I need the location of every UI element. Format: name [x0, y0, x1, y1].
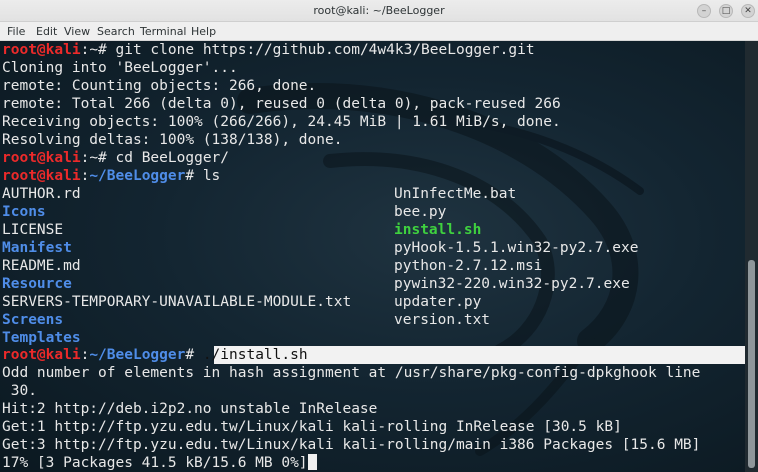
prompt-sep: :	[80, 347, 90, 363]
window-title: root@kali: ~/BeeLogger	[313, 4, 445, 17]
ls-entry-exec: install.sh	[394, 222, 482, 238]
prompt-sep: :	[80, 150, 90, 166]
output-line: 30.	[2, 383, 37, 399]
output-line: Get:1 http://ftp.yzu.edu.tw/Linux/kali k…	[2, 419, 622, 435]
ls-entry-dir: Templates	[2, 330, 81, 346]
ls-entry-dir: Manifest	[2, 240, 72, 256]
output-line: Get:3 http://ftp.yzu.edu.tw/Linux/kali k…	[2, 437, 701, 453]
title-bar[interactable]: root@kali: ~/BeeLogger – □ ✕	[0, 0, 758, 22]
progress-line: 17% [3 Packages 41.5 kB/15.6 MB 0%]	[2, 454, 317, 472]
prompt-hash: #	[98, 150, 116, 166]
ls-entry-file: pyHook-1.5.1.win32-py2.7.exe	[394, 240, 639, 256]
ls-entry-file: AUTHOR.rd	[2, 186, 81, 202]
prompt-line: root@kali:~/BeeLogger# ./install.sh	[2, 346, 308, 364]
ls-entry-file: SERVERS-TEMPORARY-UNAVAILABLE-MODULE.txt	[2, 294, 352, 310]
prompt-sep: :	[80, 42, 90, 58]
terminal-output[interactable]: root@kali:~# git clone https://github.co…	[0, 41, 745, 472]
output-line: remote: Counting objects: 266, done.	[2, 78, 317, 94]
output-line: Resolving deltas: 100% (138/138), done.	[2, 132, 343, 148]
prompt-hash: #	[185, 168, 203, 184]
minimize-button[interactable]: –	[697, 4, 711, 18]
output-line: Cloning into 'BeeLogger'...	[2, 60, 238, 76]
output-line: Odd number of elements in hash assignmen…	[2, 365, 701, 381]
menu-bar: File Edit View Search Terminal Help	[0, 22, 758, 41]
progress-text: 17% [3 Packages 41.5 kB/15.6 MB 0%]	[2, 455, 308, 471]
menu-file[interactable]: File	[7, 25, 25, 38]
command-text: git clone https://github.com/4w4k3/BeeLo…	[115, 42, 535, 58]
prompt-hash: #	[98, 42, 116, 58]
maximize-button[interactable]: □	[719, 4, 733, 18]
menu-help[interactable]: Help	[191, 25, 216, 38]
menu-edit[interactable]: Edit	[36, 25, 57, 38]
ls-entry-file: LICENSE	[2, 222, 64, 238]
ls-entry-file: README.md	[2, 258, 81, 274]
prompt-user: root@kali	[2, 347, 81, 363]
ls-entry-dir: Screens	[2, 312, 64, 328]
terminal-cursor	[307, 454, 317, 470]
output-line: Hit:2 http://deb.i2p2.no unstable InRele…	[2, 401, 378, 417]
terminal-scrollbar[interactable]	[745, 41, 758, 472]
prompt-path: ~/BeeLogger	[89, 347, 186, 363]
menu-terminal[interactable]: Terminal	[140, 25, 187, 38]
prompt-path: ~	[89, 150, 99, 166]
ls-entry-file: UnInfectMe.bat	[394, 186, 517, 202]
ls-entry-file: bee.py	[394, 204, 447, 220]
ls-entry-file: version.txt	[394, 312, 491, 328]
prompt-user: root@kali	[2, 42, 81, 58]
command-text: cd BeeLogger/	[115, 150, 230, 166]
prompt-path: ~	[89, 42, 99, 58]
prompt-line: root@kali:~/BeeLogger# ls	[2, 167, 220, 185]
command-text: ls	[202, 168, 221, 184]
prompt-path: ~/BeeLogger	[89, 168, 186, 184]
ls-entry-dir: Resource	[2, 276, 72, 292]
command-text-selected: ./install.sh	[202, 347, 308, 363]
menu-search[interactable]: Search	[97, 25, 135, 38]
ls-entry-file: pywin32-220.win32-py2.7.exe	[394, 276, 630, 292]
output-line: remote: Total 266 (delta 0), reused 0 (d…	[2, 96, 561, 112]
ls-entry-file: updater.py	[394, 294, 482, 310]
prompt-line: root@kali:~# cd BeeLogger/	[2, 149, 229, 167]
prompt-user: root@kali	[2, 150, 81, 166]
ls-entry-dir: Icons	[2, 204, 46, 220]
scrollbar-thumb[interactable]	[748, 260, 755, 468]
prompt-sep: :	[80, 168, 90, 184]
prompt-line: root@kali:~# git clone https://github.co…	[2, 41, 535, 59]
close-button[interactable]: ✕	[741, 4, 755, 18]
menu-view[interactable]: View	[64, 25, 90, 38]
ls-entry-file: python-2.7.12.msi	[394, 258, 543, 274]
prompt-hash: #	[185, 347, 203, 363]
terminal-window: root@kali: ~/BeeLogger – □ ✕ File Edit V…	[0, 0, 758, 472]
prompt-user: root@kali	[2, 168, 81, 184]
output-line: Receiving objects: 100% (266/266), 24.45…	[2, 114, 561, 130]
